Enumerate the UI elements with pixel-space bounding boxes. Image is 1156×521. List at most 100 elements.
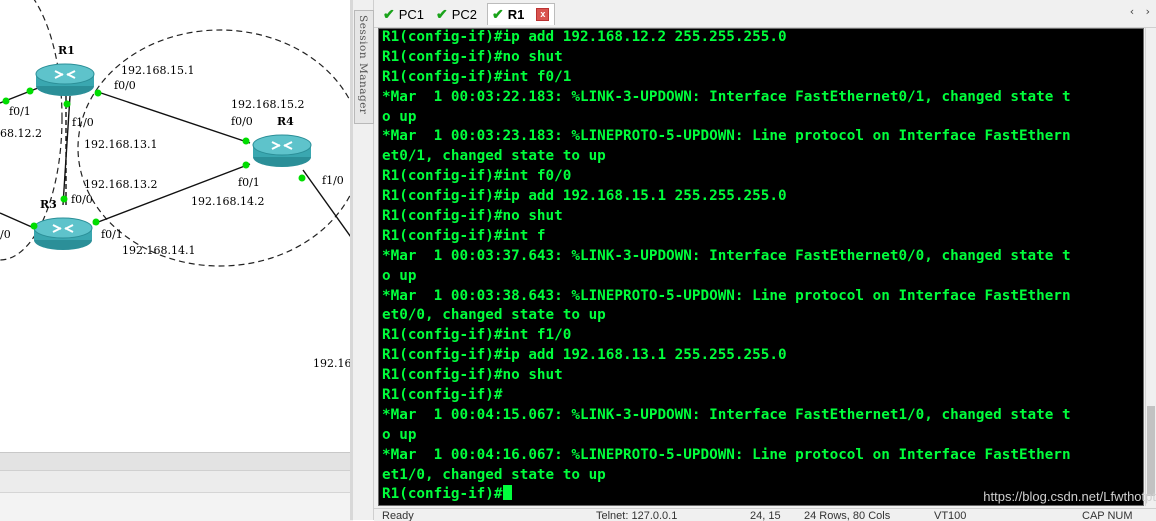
scrollbar-thumb[interactable] bbox=[1147, 406, 1155, 496]
terminal-line: o up bbox=[382, 108, 1071, 128]
ip-partial-bottom-label: 192.16 bbox=[313, 357, 352, 370]
link-r1-r4 bbox=[94, 90, 251, 144]
watermark: https://blog.csdn.net/Lfwthotpt bbox=[983, 489, 1156, 504]
r1-f00-label: f0/0 bbox=[114, 79, 136, 92]
terminal-line-text: *Mar 1 00:03:22.183: %LINK-3-UPDOWN: Int… bbox=[382, 88, 1071, 105]
terminal-line: R1(config-if)#int f bbox=[382, 227, 1071, 247]
tab-label: PC2 bbox=[451, 6, 478, 22]
scroll-right-icon[interactable]: › bbox=[1146, 5, 1150, 18]
terminal-line: et1/0, changed state to up bbox=[382, 466, 1071, 486]
terminal-line: R1(config-if)#no shut bbox=[382, 48, 1071, 68]
terminal-line: R1(config-if)# bbox=[382, 386, 1071, 406]
terminal-line: R1(config-if)#no shut bbox=[382, 207, 1071, 227]
panel-strip bbox=[0, 452, 353, 471]
terminal-lines: R1(config-if)#ip add 192.168.12.2 255.25… bbox=[382, 29, 1071, 505]
terminal-output[interactable]: R1(config-if)#ip add 192.168.12.2 255.25… bbox=[378, 28, 1144, 506]
terminal-line: R1(config-if)#int f0/0 bbox=[382, 167, 1071, 187]
status-size: 24 Rows, 80 Cols bbox=[804, 510, 891, 521]
terminal-line: et0/1, changed state to up bbox=[382, 147, 1071, 167]
terminal-line: R1(config-if)#int f1/0 bbox=[382, 326, 1071, 346]
panel-strip bbox=[0, 470, 353, 493]
terminal-window: ✔ PC1 ✔ PC2 ✔ R1 x ‹ › R1(config-if)#ip … bbox=[374, 0, 1156, 521]
tab-label: PC1 bbox=[398, 6, 425, 22]
r3-partial-label: /0 bbox=[0, 228, 11, 241]
r1-f01-label: f0/1 bbox=[9, 105, 31, 118]
terminal-line-text: *Mar 1 00:03:38.643: %LINEPROTO-5-UPDOWN… bbox=[382, 287, 1071, 304]
check-icon: ✔ bbox=[436, 5, 448, 22]
terminal-cursor bbox=[502, 485, 512, 501]
ip-12-partial-label: 68.12.2 bbox=[0, 127, 42, 140]
terminal-line-text: R1(config-if)#no shut bbox=[382, 48, 563, 65]
r4-f00-label: f0/0 bbox=[231, 115, 253, 128]
tab-r1[interactable]: ✔ R1 x bbox=[487, 3, 555, 25]
status-bar: Ready Telnet: 127.0.0.1 24, 15 24 Rows, … bbox=[374, 508, 1156, 521]
r3-f00-label: f0/0 bbox=[71, 193, 93, 206]
status-position: 24, 15 bbox=[750, 510, 781, 521]
r4-f10-label: f1/0 bbox=[322, 174, 344, 187]
ip-13-1-label: 192.168.13.1 bbox=[84, 138, 158, 151]
terminal-line: *Mar 1 00:04:15.067: %LINK-3-UPDOWN: Int… bbox=[382, 406, 1071, 426]
router-r4-label: R4 bbox=[277, 115, 294, 128]
terminal-line-text: R1(config-if)# bbox=[382, 387, 503, 404]
terminal-line-text: R1(config-if)#int f0/1 bbox=[382, 68, 572, 85]
terminal-line-text: R1(config-if)#ip add 192.168.12.2 255.25… bbox=[382, 29, 787, 45]
terminal-line-text: o up bbox=[382, 108, 417, 125]
ip-14-2-label: 192.168.14.2 bbox=[191, 195, 265, 208]
terminal-line-text: o up bbox=[382, 267, 417, 284]
r4-f01-label: f0/1 bbox=[238, 176, 260, 189]
terminal-line-text: o up bbox=[382, 426, 417, 443]
terminal-line-text: *Mar 1 00:04:16.067: %LINEPROTO-5-UPDOWN… bbox=[382, 446, 1071, 463]
close-icon[interactable]: x bbox=[536, 8, 550, 21]
terminal-line-text: *Mar 1 00:04:15.067: %LINK-3-UPDOWN: Int… bbox=[382, 406, 1071, 423]
router-r1-label: R1 bbox=[58, 44, 75, 57]
scroll-left-icon[interactable]: ‹ bbox=[1130, 5, 1134, 18]
topology-canvas[interactable]: R1 192.168.15.1 f0/0 f0/1 f1/0 68.12.2 1… bbox=[0, 0, 353, 452]
tab-label: R1 bbox=[507, 7, 525, 22]
terminal-line-text: et0/1, changed state to up bbox=[382, 148, 606, 165]
terminal-line-text: et0/0, changed state to up bbox=[382, 307, 606, 324]
terminal-line-text: R1(config-if)# bbox=[382, 486, 503, 503]
session-tabs-bar: ✔ PC1 ✔ PC2 ✔ R1 x ‹ › bbox=[374, 0, 1156, 28]
terminal-line-text: R1(config-if)#ip add 192.168.13.1 255.25… bbox=[382, 347, 787, 364]
terminal-line-text: et1/0, changed state to up bbox=[382, 466, 606, 483]
terminal-line: *Mar 1 00:04:16.067: %LINEPROTO-5-UPDOWN… bbox=[382, 446, 1071, 466]
ip-14-1-label: 192.168.14.1 bbox=[122, 244, 196, 257]
link-r3-left bbox=[0, 212, 35, 229]
terminal-line-text: *Mar 1 00:03:37.643: %LINK-3-UPDOWN: Int… bbox=[382, 247, 1071, 264]
terminal-line-text: R1(config-if)#int f bbox=[382, 227, 546, 244]
terminal-line: R1(config-if)#ip add 192.168.13.1 255.25… bbox=[382, 346, 1071, 366]
r1-f10-label: f1/0 bbox=[72, 116, 94, 129]
terminal-line: *Mar 1 00:03:23.183: %LINEPROTO-5-UPDOWN… bbox=[382, 127, 1071, 147]
tab-pc1[interactable]: ✔ PC1 bbox=[379, 3, 428, 25]
status-caps: CAP NUM bbox=[1082, 510, 1133, 521]
terminal-line: *Mar 1 00:03:22.183: %LINK-3-UPDOWN: Int… bbox=[382, 88, 1071, 108]
terminal-line-text: R1(config-if)#no shut bbox=[382, 208, 563, 225]
terminal-line: *Mar 1 00:03:38.643: %LINEPROTO-5-UPDOWN… bbox=[382, 287, 1071, 307]
session-manager-label: Session Manager bbox=[357, 15, 369, 115]
check-icon: ✔ bbox=[492, 6, 504, 22]
terminal-line: R1(config-if)#ip add 192.168.15.1 255.25… bbox=[382, 187, 1071, 207]
terminal-line-text: R1(config-if)#int f1/0 bbox=[382, 327, 572, 344]
session-manager-sidebar: Session Manager bbox=[353, 0, 374, 520]
status-terminal-type: VT100 bbox=[934, 510, 967, 521]
terminal-line-text: *Mar 1 00:03:23.183: %LINEPROTO-5-UPDOWN… bbox=[382, 128, 1071, 145]
terminal-line-text: R1(config-if)#ip add 192.168.15.1 255.25… bbox=[382, 188, 787, 205]
session-manager-tab[interactable]: Session Manager bbox=[354, 10, 374, 124]
status-ready: Ready bbox=[382, 510, 414, 521]
terminal-line: R1(config-if)#ip add 192.168.12.2 255.25… bbox=[382, 29, 1071, 48]
router-r4-icon bbox=[252, 134, 312, 167]
terminal-scrollbar[interactable] bbox=[1145, 28, 1156, 506]
router-r1-icon bbox=[35, 63, 95, 96]
r3-f01-label: f0/1 bbox=[101, 228, 123, 241]
tab-scroll-controls: ‹ › bbox=[1122, 5, 1150, 18]
link-r3-r4 bbox=[92, 163, 251, 225]
tab-pc2[interactable]: ✔ PC2 bbox=[432, 3, 481, 25]
panel-strip bbox=[0, 492, 353, 521]
terminal-line: R1(config-if)#no shut bbox=[382, 366, 1071, 386]
router-r3-label: R3 bbox=[40, 198, 57, 211]
terminal-line-text: R1(config-if)#no shut bbox=[382, 367, 563, 384]
router-r3-icon bbox=[33, 217, 93, 250]
terminal-line: R1(config-if)# bbox=[382, 485, 1071, 505]
terminal-line: et0/0, changed state to up bbox=[382, 306, 1071, 326]
status-protocol: Telnet: 127.0.0.1 bbox=[596, 510, 678, 521]
